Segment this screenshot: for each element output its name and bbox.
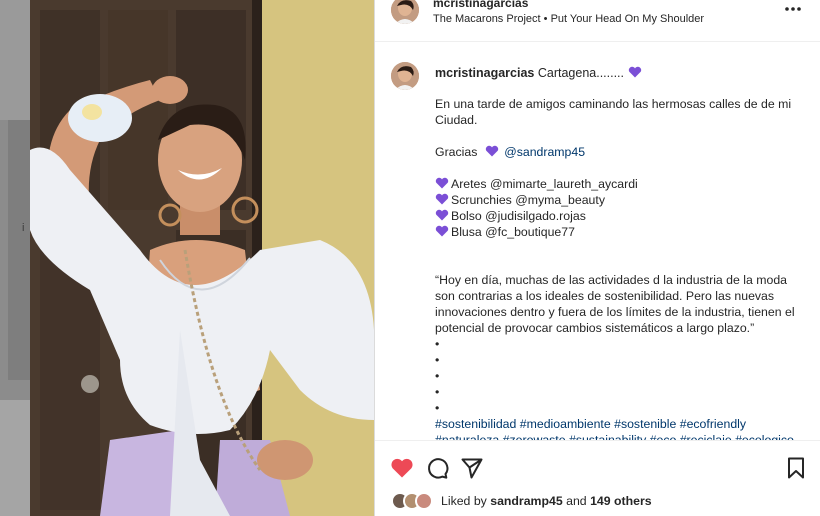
audio-track[interactable]: The Macarons Project • Put Your Head On … — [433, 13, 704, 25]
liked-by-user[interactable]: sandramp45 — [490, 494, 562, 508]
caption-body: En una tarde de amigos caminando las her… — [435, 96, 807, 440]
caption-line: En una tarde de amigos caminando las her… — [435, 97, 792, 111]
purple-heart-icon — [435, 225, 449, 237]
heart-filled-icon — [391, 458, 413, 478]
bookmark-icon — [788, 457, 804, 479]
likes-others[interactable]: 149 others — [590, 494, 652, 508]
backdrop-band — [8, 120, 30, 380]
caption-avatar[interactable] — [391, 62, 419, 90]
more-horizontal-icon[interactable] — [783, 2, 803, 16]
purple-heart-icon — [435, 177, 449, 189]
caption-bullet: • — [435, 401, 440, 415]
backdrop-band — [0, 0, 30, 120]
caption-bullet: • — [435, 337, 440, 351]
likes-prefix: Liked by — [441, 494, 487, 508]
mention-link[interactable]: @sandramp45 — [504, 145, 585, 159]
comment-icon — [428, 458, 449, 479]
caption-quote-line: innovaciones dentro y fuera de los límit… — [435, 305, 795, 319]
likes-summary: Liked by sandramp45 and 149 others — [391, 491, 811, 511]
credit-scrunchies: Scrunchies @myma_beauty — [451, 193, 605, 207]
credit-aretes: Aretes @mimarte_laureth_aycardi — [451, 177, 638, 191]
author-avatar[interactable] — [391, 0, 419, 24]
caption-quote-line: son contrarias a los ideales de sostenib… — [435, 289, 775, 303]
backdrop-text: i — [22, 222, 25, 234]
purple-heart-icon — [435, 193, 449, 205]
caption-bullet: • — [435, 385, 440, 399]
purple-heart-icon — [628, 66, 641, 78]
caption-first-line: mcristinagarcias Cartagena........ — [435, 66, 644, 80]
backdrop: i — [0, 0, 30, 516]
caption-line: Scrunchies @myma_beauty — [435, 192, 807, 208]
caption-title: Cartagena........ — [537, 66, 625, 80]
caption-thanks: Gracias — [435, 145, 478, 159]
credit-bolso: Bolso @judisilgado.rojas — [451, 209, 586, 223]
send-icon — [461, 458, 483, 479]
share-button[interactable] — [459, 455, 485, 481]
backdrop-band — [0, 400, 30, 516]
post-photo[interactable] — [30, 0, 374, 516]
caption-bullet: • — [435, 369, 440, 383]
post-actions: Liked by sandramp45 and 149 others — [375, 440, 820, 516]
post-header: mcristinagarcias The Macarons Project • … — [375, 0, 820, 42]
caption-quote-line: “Hoy en día, muchas de las actividades d… — [435, 273, 788, 287]
likes-and: and — [566, 494, 587, 508]
hashtag-line[interactable]: #naturaleza #zerowaste #sustainability #… — [435, 432, 807, 440]
liker-avatar — [415, 492, 433, 510]
caption-line: Gracias @sandramp45 — [435, 144, 807, 160]
comment-button[interactable] — [424, 455, 450, 481]
caption-username[interactable]: mcristinagarcias — [435, 66, 534, 80]
hashtag-line[interactable]: #sostenibilidad #medioambiente #sostenib… — [435, 416, 807, 432]
purple-heart-icon — [435, 209, 449, 221]
caption-bullet: • — [435, 353, 440, 367]
purple-heart-icon — [485, 145, 498, 157]
caption-line: Bolso @judisilgado.rojas — [435, 208, 807, 224]
post-panel: mcristinagarcias The Macarons Project • … — [374, 0, 820, 516]
like-button[interactable] — [389, 455, 415, 481]
caption-area: mcristinagarcias Cartagena........ En un… — [375, 42, 820, 440]
save-button[interactable] — [783, 455, 809, 481]
credit-blusa: Blusa @fc_boutique77 — [451, 225, 575, 239]
likers-avatars[interactable] — [391, 491, 441, 511]
post-photo-image — [30, 0, 374, 516]
author-username[interactable]: mcristinagarcias — [433, 0, 528, 10]
caption-quote-line: potencial de provocar cambios sistemátic… — [435, 321, 755, 335]
caption-line: Ciudad. — [435, 113, 478, 127]
caption-line: Aretes @mimarte_laureth_aycardi — [435, 176, 807, 192]
likes-text: Liked by sandramp45 and 149 others — [441, 494, 652, 508]
caption-line: Blusa @fc_boutique77 — [435, 224, 807, 240]
